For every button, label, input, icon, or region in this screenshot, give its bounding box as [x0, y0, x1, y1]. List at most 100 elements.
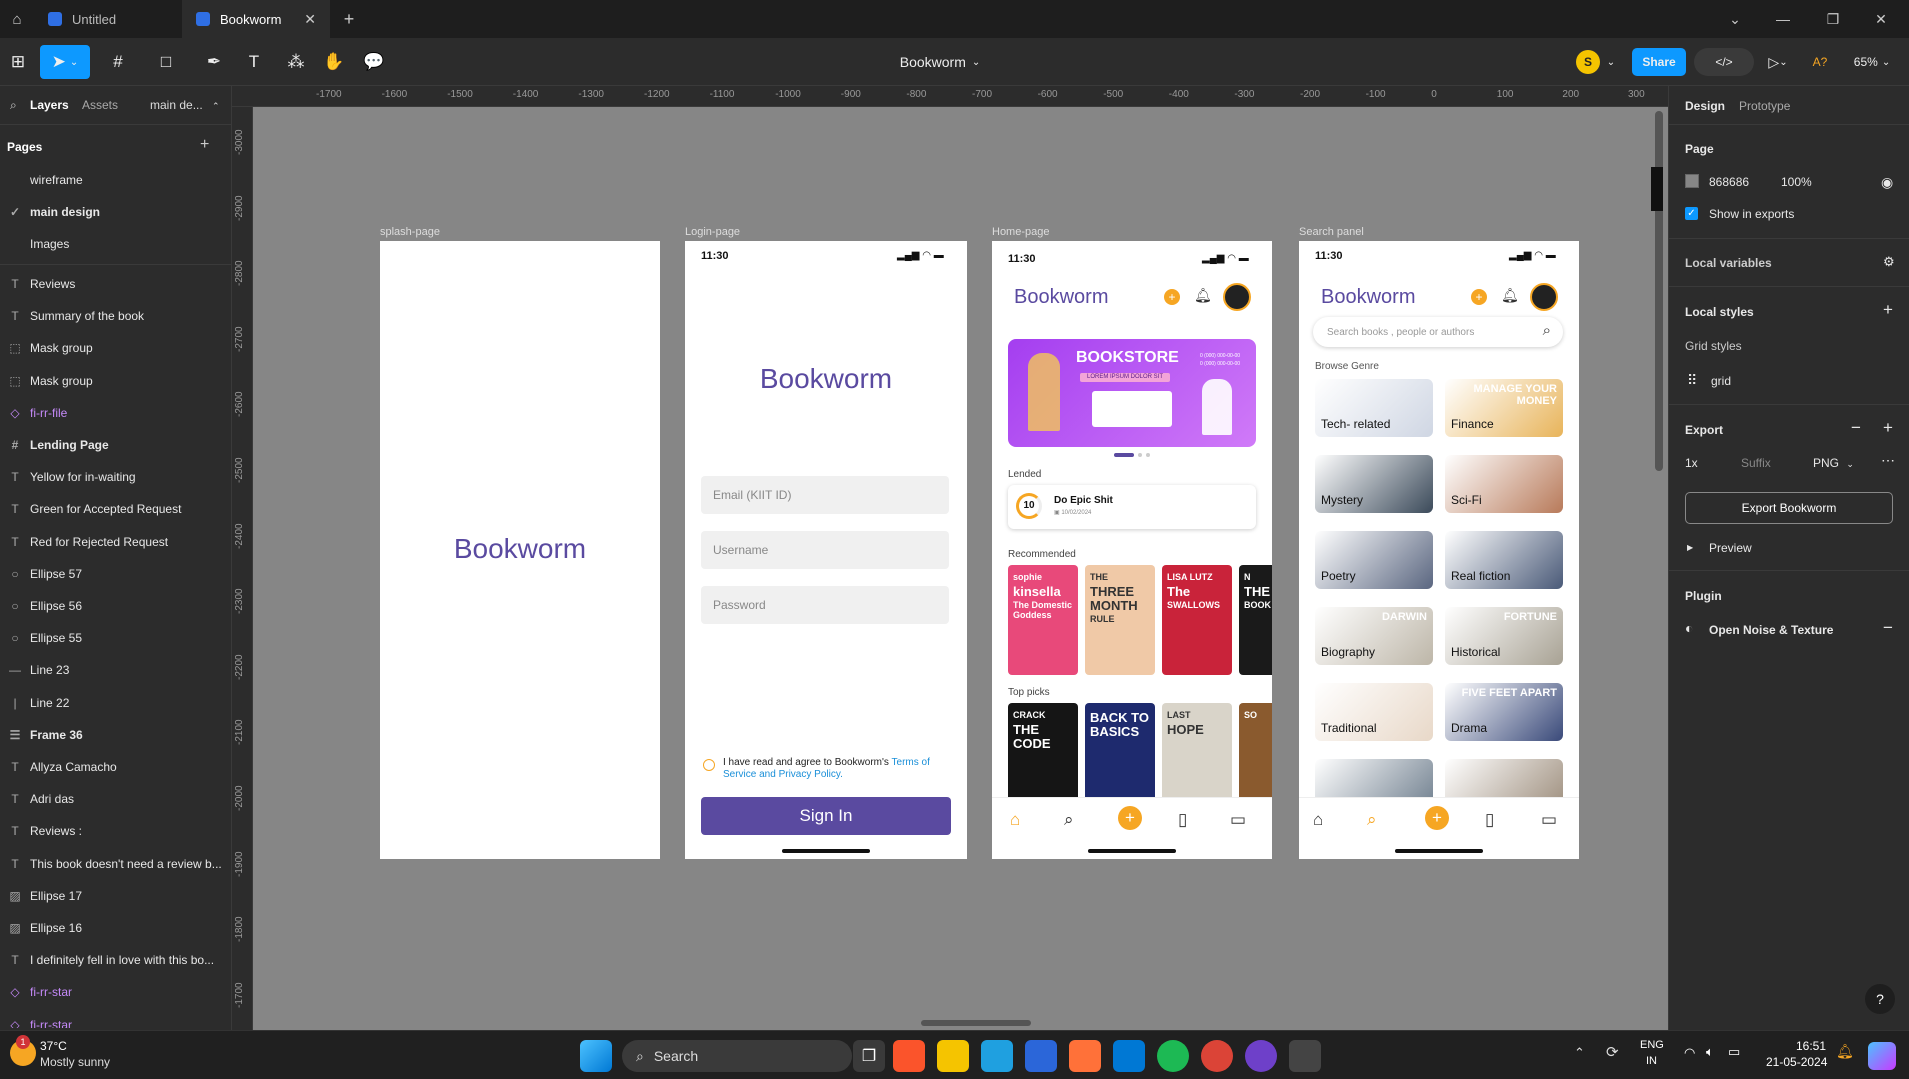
share-button[interactable]: Share	[1632, 48, 1686, 76]
frame-home-page[interactable]: 11:30 ▂▄▆ ◠ ▬ Bookworm + 🔔︎ BOOKSTORE LO…	[992, 241, 1272, 859]
clock-time[interactable]: 16:51	[1796, 1039, 1826, 1053]
shape-tool-icon[interactable]: □	[148, 45, 184, 79]
show-in-exports-checkbox[interactable]: ✓	[1685, 207, 1698, 220]
layer-row[interactable]: ⬚ Mask group	[0, 332, 232, 364]
remove-export-button[interactable]: −	[1851, 418, 1861, 438]
missing-fonts-indicator[interactable]: A?	[1806, 45, 1834, 79]
main-menu-icon[interactable]: ⊞	[4, 45, 32, 79]
battery-icon[interactable]: ▭	[1728, 1044, 1740, 1060]
close-icon[interactable]: ✕	[304, 11, 316, 28]
layer-row[interactable]: T I definitely fell in love with this bo.…	[0, 944, 232, 976]
genre-card[interactable]: Tech- related	[1315, 379, 1433, 437]
export-button[interactable]: Export Bookworm	[1685, 492, 1893, 524]
remove-plugin-button[interactable]: −	[1883, 618, 1893, 638]
book-cover[interactable]: THE THREE MONTH RULE	[1085, 565, 1155, 675]
present-icon[interactable]: ▷ ⌄	[1760, 45, 1796, 79]
export-suffix-input[interactable]: Suffix	[1741, 456, 1771, 470]
tab-design[interactable]: Design	[1685, 99, 1725, 113]
chat-icon[interactable]: ▭	[1230, 810, 1246, 830]
edge-icon[interactable]	[981, 1040, 1013, 1072]
clock-date[interactable]: 21-05-2024	[1766, 1055, 1827, 1069]
layer-row[interactable]: ▨ Ellipse 16	[0, 912, 232, 944]
local-variables-label[interactable]: Local variables	[1685, 256, 1772, 270]
chevron-down-icon[interactable]: ⌄	[1604, 45, 1618, 79]
dev-mode-toggle[interactable]: </>	[1694, 48, 1754, 76]
notification-icon[interactable]: 🔔︎	[1836, 1043, 1854, 1060]
search-input[interactable]: Search books , people or authors ⌕	[1313, 317, 1563, 347]
firefox-icon[interactable]	[1069, 1040, 1101, 1072]
layer-row[interactable]: T This book doesn't need a review b...	[0, 848, 232, 880]
chevron-down-icon[interactable]: ⌄	[1712, 0, 1758, 38]
home-icon[interactable]: ⌂	[1313, 810, 1323, 830]
username-field[interactable]: Username	[701, 531, 949, 569]
layer-row[interactable]: T Allyza Camacho	[0, 751, 232, 783]
layer-row[interactable]: | Line 22	[0, 687, 232, 719]
bell-icon[interactable]: 🔔︎	[1501, 287, 1519, 304]
chevron-up-icon[interactable]: ⌃	[1574, 1045, 1585, 1061]
home-icon[interactable]: ⌂	[1010, 810, 1020, 830]
chrome-icon[interactable]	[1201, 1040, 1233, 1072]
book-cover[interactable]: LISA LUTZ The SWALLOWS	[1162, 565, 1232, 675]
design-canvas[interactable]: splash-page Bookworm Login-page 11:30 ▂▄…	[253, 107, 1668, 1030]
export-scale[interactable]: 1x	[1685, 456, 1698, 470]
store-icon[interactable]	[1025, 1040, 1057, 1072]
layer-row[interactable]: T Reviews	[0, 268, 232, 300]
layer-row[interactable]: T Green for Accepted Request	[0, 493, 232, 525]
minimize-button[interactable]: —	[1760, 0, 1806, 38]
add-icon[interactable]: +	[1425, 806, 1449, 830]
grid-style-item[interactable]: grid	[1711, 374, 1731, 388]
volume-icon[interactable]: 🔈︎	[1706, 1044, 1714, 1060]
file-title-menu[interactable]: Bookworm ⌄	[880, 45, 1000, 79]
export-format-select[interactable]: PNG ⌄	[1813, 456, 1854, 470]
vscode-icon[interactable]	[1113, 1040, 1145, 1072]
vertical-scrollbar[interactable]	[1655, 111, 1663, 471]
restore-button[interactable]: ❐	[1810, 0, 1856, 38]
add-export-button[interactable]: +	[1883, 418, 1893, 438]
layer-row[interactable]: T Summary of the book	[0, 300, 232, 332]
language-region[interactable]: IN	[1646, 1055, 1657, 1067]
plugin-name[interactable]: Open Noise & Texture	[1709, 623, 1833, 637]
taskbar-search[interactable]: ⌕ Search	[622, 1040, 852, 1072]
file-explorer-icon[interactable]	[937, 1040, 969, 1072]
layer-row[interactable]: ◇ fi-rr-star	[0, 976, 232, 1008]
search-icon[interactable]: ⌕	[1543, 322, 1551, 339]
genre-card[interactable]: Mystery	[1315, 455, 1433, 513]
layer-row[interactable]: T Red for Rejected Request	[0, 526, 232, 558]
genre-card[interactable]: FIVE FEET APART Drama	[1445, 683, 1563, 741]
page-item-wireframe[interactable]: wireframe	[0, 164, 232, 196]
wifi-icon[interactable]: ◠	[1684, 1045, 1695, 1061]
sliders-icon[interactable]: ⚙	[1883, 254, 1895, 270]
pen-tool-icon[interactable]: ✒	[196, 45, 232, 79]
frame-label-home[interactable]: Home-page	[992, 226, 1049, 238]
layer-row[interactable]: ○ Ellipse 55	[0, 622, 232, 654]
layer-row[interactable]: T Adri das	[0, 783, 232, 815]
github-icon[interactable]	[1245, 1040, 1277, 1072]
layer-row[interactable]: ☰ Frame 36	[0, 719, 232, 751]
tab-layers[interactable]: Layers	[30, 98, 69, 112]
brave-icon[interactable]	[893, 1040, 925, 1072]
language-primary[interactable]: ENG	[1640, 1039, 1664, 1051]
add-icon[interactable]: +	[1164, 289, 1180, 305]
page-select[interactable]: main de... ⌃	[150, 98, 220, 112]
carousel-dot[interactable]	[1138, 453, 1142, 457]
layer-row[interactable]: ○ Ellipse 57	[0, 558, 232, 590]
task-view-icon[interactable]: ❐	[853, 1040, 885, 1072]
layer-row[interactable]: ◇ fi-rr-star	[0, 1009, 232, 1028]
page-color-swatch[interactable]	[1685, 174, 1699, 188]
resources-icon[interactable]: ⁂	[282, 45, 310, 79]
genre-card[interactable]: Real fiction	[1445, 531, 1563, 589]
sign-in-button[interactable]: Sign In	[701, 797, 951, 835]
more-icon[interactable]: ⋯	[1881, 452, 1895, 469]
carousel-dot-active[interactable]	[1114, 453, 1134, 457]
frame-label-login[interactable]: Login-page	[685, 226, 740, 238]
genre-card[interactable]: Traditional	[1315, 683, 1433, 741]
sync-icon[interactable]: ⟳	[1606, 1043, 1619, 1061]
add-icon[interactable]: +	[1471, 289, 1487, 305]
password-field[interactable]: Password	[701, 586, 949, 624]
chat-icon[interactable]: ▭	[1541, 810, 1557, 830]
preview-toggle[interactable]: Preview	[1709, 541, 1752, 555]
close-window-button[interactable]: ✕	[1858, 0, 1904, 38]
weather-desc[interactable]: Mostly sunny	[40, 1055, 110, 1069]
page-opacity[interactable]: 100%	[1781, 175, 1812, 189]
layer-row[interactable]: T Reviews :	[0, 815, 232, 847]
